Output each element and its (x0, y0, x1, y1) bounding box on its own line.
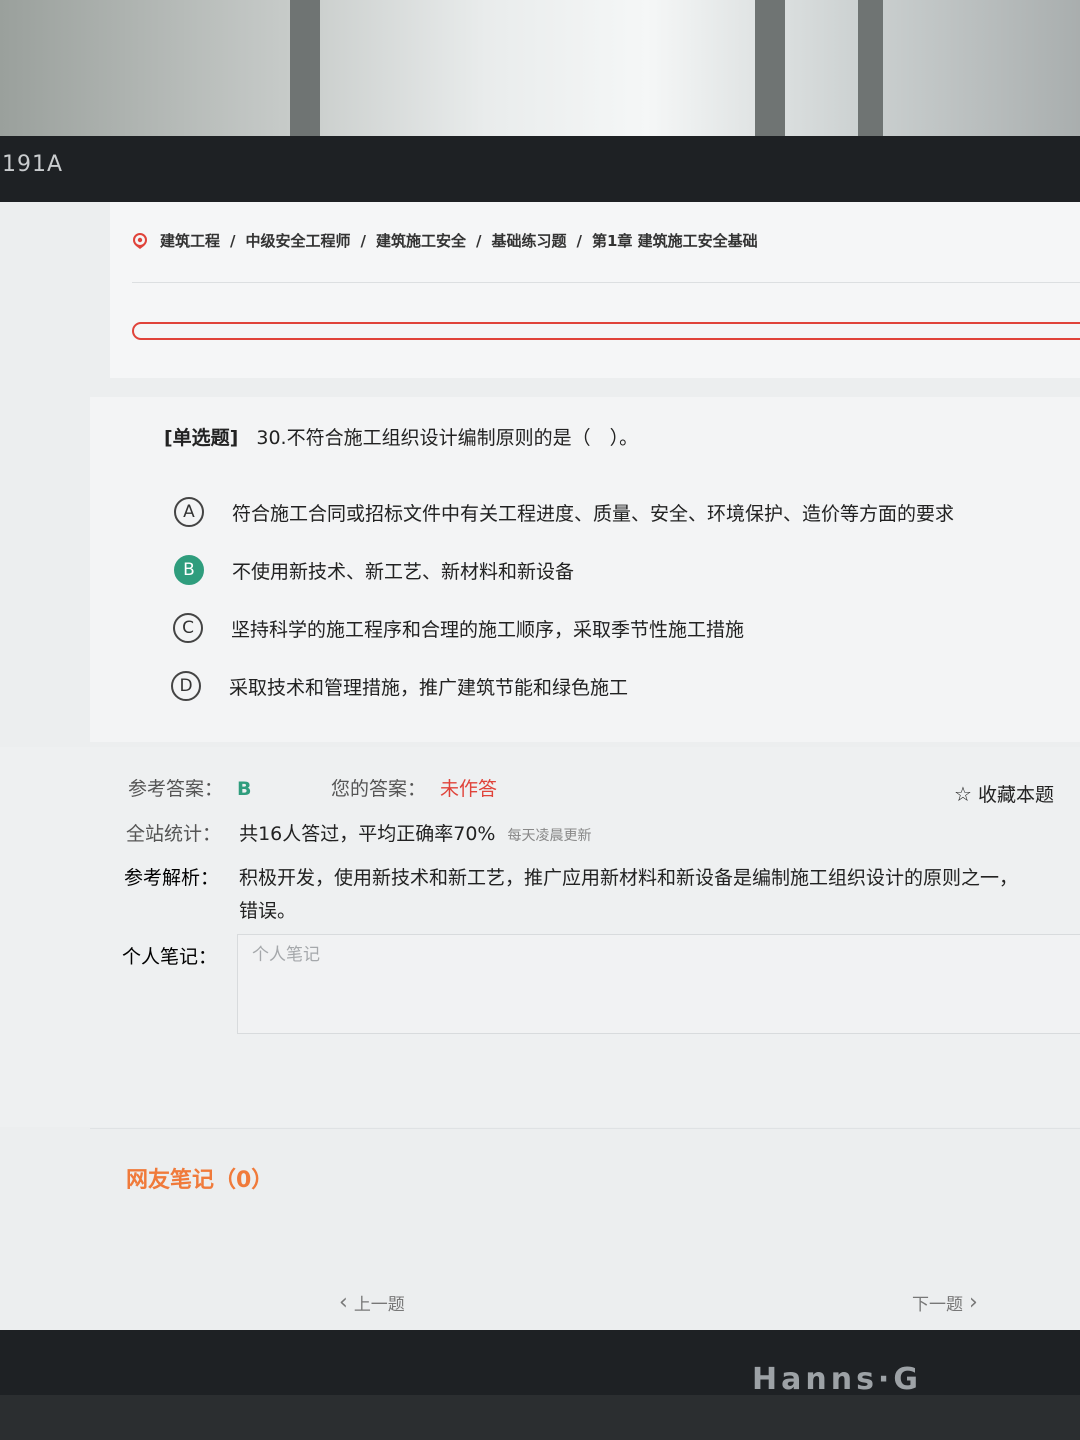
progress-bar (132, 322, 1080, 340)
monitor-brand-logo: Hanns·G (752, 1362, 922, 1397)
chevron-left-icon: ‹ (339, 1290, 348, 1315)
header-divider (132, 282, 1080, 283)
question-text: 30.不符合施工组织设计编制原则的是（ ）。 (256, 427, 639, 449)
reference-answer-value: B (237, 778, 252, 800)
option-d-text: 采取技术和管理措施，推广建筑节能和绿色施工 (229, 676, 629, 699)
stats-value: 共16人答过，平均正确率70% (239, 823, 496, 845)
window-frame (755, 0, 785, 140)
breadcrumb-separator: / (360, 231, 366, 250)
option-a-text: 符合施工合同或招标文件中有关工程进度、质量、安全、环境保护、造价等方面的要求 (232, 502, 955, 525)
breadcrumb-item[interactable]: 第1章 建筑施工安全基础 (592, 230, 758, 251)
personal-note-label: 个人笔记： (122, 946, 218, 968)
location-pin-icon (133, 232, 147, 249)
window-frame (858, 0, 883, 140)
window-frame (290, 0, 320, 140)
your-answer-value: 未作答 (440, 778, 498, 800)
reference-answer-row: 参考答案： B (128, 774, 252, 801)
answer-panel: 参考答案： B 您的答案： 未作答 ☆ 收藏本题 全站统计： 共16人答过，平均正确… (0, 747, 1080, 1127)
breadcrumb-separator: / (576, 231, 582, 250)
prev-question-label: 上一题 (353, 1295, 405, 1315)
analysis-label: 参考解析： (124, 867, 220, 889)
favorite-label: 收藏本题 (977, 784, 1054, 806)
option-b[interactable]: B 不使用新技术、新工艺、新材料和新设备 (174, 555, 574, 585)
option-a-radio[interactable]: A (174, 497, 204, 527)
option-b-text: 不使用新技术、新工艺、新材料和新设备 (232, 560, 575, 583)
breadcrumb-item[interactable]: 基础练习题 (492, 230, 567, 251)
star-icon: ☆ (954, 781, 972, 806)
reference-answer-label: 参考答案： (128, 778, 224, 800)
chevron-right-icon: › (969, 1290, 978, 1315)
desk-background (0, 1395, 1080, 1440)
next-question-button[interactable]: 下一题 › (912, 1290, 984, 1315)
personal-note-input[interactable] (238, 935, 1080, 975)
option-c[interactable]: C 坚持科学的施工程序和合理的施工顺序，采取季节性施工措施 (173, 613, 744, 643)
breadcrumb-item[interactable]: 中级安全工程师 (246, 230, 351, 251)
option-d-radio[interactable]: D (171, 671, 201, 701)
option-b-radio[interactable]: B (174, 555, 204, 585)
monitor-model-label: 191A (2, 152, 64, 177)
analysis-text-line2: 错误。 (239, 900, 297, 922)
option-c-radio[interactable]: C (173, 613, 203, 643)
breadcrumb-item[interactable]: 建筑工程 (160, 230, 220, 251)
stats-update-note: 每天凌晨更新 (507, 828, 592, 844)
breadcrumb-item[interactable]: 建筑施工安全 (376, 230, 466, 251)
question-type-label: [单选题] (164, 427, 239, 449)
community-notes-title[interactable]: 网友笔记（0） (126, 1162, 273, 1194)
question-card: [单选题] 30.不符合施工组织设计编制原则的是（ ）。 A 符合施工合同或招标文… (90, 397, 1080, 742)
prev-question-button[interactable]: ‹ 上一题 (333, 1290, 405, 1315)
option-d[interactable]: D 采取技术和管理措施，推广建筑节能和绿色施工 (171, 671, 628, 701)
stats-label: 全站统计： (126, 823, 222, 845)
your-answer-label: 您的答案： (331, 778, 427, 800)
analysis-text-line1: 积极开发，使用新技术和新工艺，推广应用新材料和新设备是编制施工组织设计的原则之一… (239, 867, 1019, 889)
section-divider (90, 1128, 1080, 1129)
breadcrumb-separator: / (230, 231, 236, 250)
option-c-text: 坚持科学的施工程序和合理的施工顺序，采取季节性施工措施 (231, 618, 745, 641)
question-stem: [单选题] 30.不符合施工组织设计编制原则的是（ ）。 (164, 423, 638, 450)
breadcrumb: 建筑工程 / 中级安全工程师 / 建筑施工安全 / 基础练习题 / 第1章 建筑… (132, 230, 758, 251)
stats-row: 全站统计： 共16人答过，平均正确率70% 每天凌晨更新 (126, 819, 592, 846)
favorite-button[interactable]: ☆ 收藏本题 (954, 780, 1054, 807)
personal-note-field[interactable] (237, 934, 1080, 1034)
your-answer-row: 您的答案： 未作答 (331, 774, 497, 801)
breadcrumb-separator: / (476, 231, 482, 250)
window-background (0, 0, 1080, 140)
screen: 建筑工程 / 中级安全工程师 / 建筑施工安全 / 基础练习题 / 第1章 建筑… (0, 202, 1080, 1330)
option-a[interactable]: A 符合施工合同或招标文件中有关工程进度、质量、安全、环境保护、造价等方面的要求 (174, 497, 954, 527)
header-card: 建筑工程 / 中级安全工程师 / 建筑施工安全 / 基础练习题 / 第1章 建筑… (110, 202, 1080, 378)
next-question-label: 下一题 (912, 1295, 963, 1315)
